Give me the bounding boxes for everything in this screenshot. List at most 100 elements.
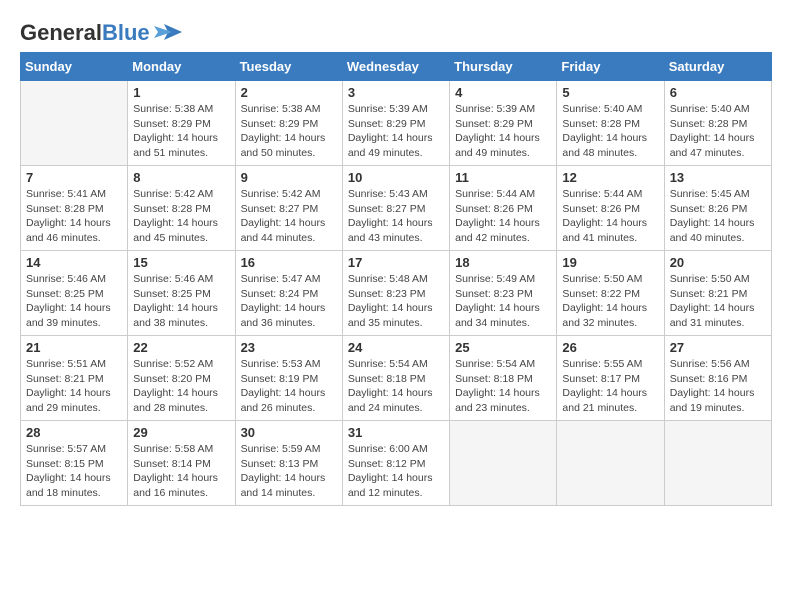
calendar-cell: 9 Sunrise: 5:42 AMSunset: 8:27 PMDaylight… (235, 166, 342, 251)
day-info: Sunrise: 5:52 AMSunset: 8:20 PMDaylight:… (133, 357, 229, 416)
calendar-cell: 10 Sunrise: 5:43 AMSunset: 8:27 PMDayligh… (342, 166, 449, 251)
day-info: Sunrise: 6:00 AMSunset: 8:12 PMDaylight:… (348, 442, 444, 501)
day-info: Sunrise: 5:40 AMSunset: 8:28 PMDaylight:… (670, 102, 766, 161)
calendar-cell: 11 Sunrise: 5:44 AMSunset: 8:26 PMDayligh… (450, 166, 557, 251)
day-info: Sunrise: 5:58 AMSunset: 8:14 PMDaylight:… (133, 442, 229, 501)
day-number: 26 (562, 340, 658, 355)
day-header-thursday: Thursday (450, 53, 557, 81)
calendar-cell: 4Sunrise: 5:39 AMSunset: 8:29 PMDaylight… (450, 81, 557, 166)
week-row-5: 28Sunrise: 5:57 AMSunset: 8:15 PMDayligh… (21, 421, 772, 506)
day-info: Sunrise: 5:48 AMSunset: 8:23 PMDaylight:… (348, 272, 444, 331)
day-number: 30 (241, 425, 337, 440)
calendar-cell: 16 Sunrise: 5:47 AMSunset: 8:24 PMDayligh… (235, 251, 342, 336)
day-info: Sunrise: 5:49 AMSunset: 8:23 PMDaylight:… (455, 272, 551, 331)
day-number: 6 (670, 85, 766, 100)
calendar-cell: 15 Sunrise: 5:46 AMSunset: 8:25 PMDayligh… (128, 251, 235, 336)
day-info: Sunrise: 5:39 AMSunset: 8:29 PMDaylight:… (348, 102, 444, 161)
day-info: Sunrise: 5:57 AMSunset: 8:15 PMDaylight:… (26, 442, 122, 501)
day-info: Sunrise: 5:42 AMSunset: 8:27 PMDaylight:… (241, 187, 337, 246)
calendar-cell (664, 421, 771, 506)
day-number: 3 (348, 85, 444, 100)
day-number: 22 (133, 340, 229, 355)
day-header-monday: Monday (128, 53, 235, 81)
day-number: 2 (241, 85, 337, 100)
calendar-cell: 20 Sunrise: 5:50 AMSunset: 8:21 PMDayligh… (664, 251, 771, 336)
day-info: Sunrise: 5:46 AMSunset: 8:25 PMDaylight:… (133, 272, 229, 331)
day-info: Sunrise: 5:51 AMSunset: 8:21 PMDaylight:… (26, 357, 122, 416)
day-number: 10 (348, 170, 444, 185)
day-number: 20 (670, 255, 766, 270)
day-number: 1 (133, 85, 229, 100)
week-row-2: 7 Sunrise: 5:41 AMSunset: 8:28 PMDaylight… (21, 166, 772, 251)
day-info: Sunrise: 5:50 AMSunset: 8:21 PMDaylight:… (670, 272, 766, 331)
day-number: 11 (455, 170, 551, 185)
day-number: 25 (455, 340, 551, 355)
day-header-friday: Friday (557, 53, 664, 81)
calendar-cell (21, 81, 128, 166)
day-info: Sunrise: 5:54 AMSunset: 8:18 PMDaylight:… (455, 357, 551, 416)
day-info: Sunrise: 5:43 AMSunset: 8:27 PMDaylight:… (348, 187, 444, 246)
day-info: Sunrise: 5:56 AMSunset: 8:16 PMDaylight:… (670, 357, 766, 416)
calendar-cell: 14Sunrise: 5:46 AMSunset: 8:25 PMDayligh… (21, 251, 128, 336)
day-number: 14 (26, 255, 122, 270)
day-info: Sunrise: 5:40 AMSunset: 8:28 PMDaylight:… (562, 102, 658, 161)
day-number: 29 (133, 425, 229, 440)
day-number: 13 (670, 170, 766, 185)
day-number: 5 (562, 85, 658, 100)
day-number: 16 (241, 255, 337, 270)
day-number: 18 (455, 255, 551, 270)
calendar-cell: 24 Sunrise: 5:54 AMSunset: 8:18 PMDayligh… (342, 336, 449, 421)
day-info: Sunrise: 5:59 AMSunset: 8:13 PMDaylight:… (241, 442, 337, 501)
calendar-cell (557, 421, 664, 506)
day-info: Sunrise: 5:45 AMSunset: 8:26 PMDaylight:… (670, 187, 766, 246)
day-info: Sunrise: 5:47 AMSunset: 8:24 PMDaylight:… (241, 272, 337, 331)
day-number: 17 (348, 255, 444, 270)
calendar-cell: 25 Sunrise: 5:54 AMSunset: 8:18 PMDayligh… (450, 336, 557, 421)
day-number: 23 (241, 340, 337, 355)
day-number: 9 (241, 170, 337, 185)
page-header: GeneralBlue (20, 20, 772, 46)
week-row-1: 1 Sunrise: 5:38 AMSunset: 8:29 PMDaylight… (21, 81, 772, 166)
day-header-wednesday: Wednesday (342, 53, 449, 81)
calendar-cell: 7 Sunrise: 5:41 AMSunset: 8:28 PMDaylight… (21, 166, 128, 251)
day-info: Sunrise: 5:39 AMSunset: 8:29 PMDaylight:… (455, 102, 551, 161)
calendar-cell: 12 Sunrise: 5:44 AMSunset: 8:26 PMDayligh… (557, 166, 664, 251)
days-header-row: SundayMondayTuesdayWednesdayThursdayFrid… (21, 53, 772, 81)
calendar-cell (450, 421, 557, 506)
calendar-cell: 22 Sunrise: 5:52 AMSunset: 8:20 PMDayligh… (128, 336, 235, 421)
day-info: Sunrise: 5:38 AMSunset: 8:29 PMDaylight:… (133, 102, 229, 161)
logo-icon (154, 22, 182, 44)
week-row-3: 14 Sunrise: 5:46 AMSunset: 8:25 PMDayligh… (21, 251, 772, 336)
calendar-cell: 6 Sunrise: 5:40 AMSunset: 8:28 PMDaylight… (664, 81, 771, 166)
day-info: Sunrise: 5:41 AMSunset: 8:28 PMDaylight:… (26, 187, 122, 246)
calendar-cell: 19Sunrise: 5:50 AMSunset: 8:22 PMDayligh… (557, 251, 664, 336)
calendar-cell: 1 Sunrise: 5:38 AMSunset: 8:29 PMDaylight… (128, 81, 235, 166)
day-number: 7 (26, 170, 122, 185)
day-number: 15 (133, 255, 229, 270)
day-number: 21 (26, 340, 122, 355)
calendar-cell: 23 Sunrise: 5:53 AMSunset: 8:19 PMDayligh… (235, 336, 342, 421)
calendar-cell: 26Sunrise: 5:55 AMSunset: 8:17 PMDayligh… (557, 336, 664, 421)
calendar-cell: 28Sunrise: 5:57 AMSunset: 8:15 PMDayligh… (21, 421, 128, 506)
day-info: Sunrise: 5:50 AMSunset: 8:22 PMDaylight:… (562, 272, 658, 331)
logo-blue: Blue (102, 20, 150, 45)
day-info: Sunrise: 5:44 AMSunset: 8:26 PMDaylight:… (562, 187, 658, 246)
day-info: Sunrise: 5:38 AMSunset: 8:29 PMDaylight:… (241, 102, 337, 161)
logo-text: GeneralBlue (20, 20, 150, 46)
week-row-4: 21 Sunrise: 5:51 AMSunset: 8:21 PMDayligh… (21, 336, 772, 421)
calendar-cell: 5 Sunrise: 5:40 AMSunset: 8:28 PMDaylight… (557, 81, 664, 166)
day-number: 12 (562, 170, 658, 185)
day-info: Sunrise: 5:53 AMSunset: 8:19 PMDaylight:… (241, 357, 337, 416)
calendar-cell: 18 Sunrise: 5:49 AMSunset: 8:23 PMDayligh… (450, 251, 557, 336)
day-info: Sunrise: 5:54 AMSunset: 8:18 PMDaylight:… (348, 357, 444, 416)
calendar-cell: 2 Sunrise: 5:38 AMSunset: 8:29 PMDaylight… (235, 81, 342, 166)
day-info: Sunrise: 5:42 AMSunset: 8:28 PMDaylight:… (133, 187, 229, 246)
calendar-table: SundayMondayTuesdayWednesdayThursdayFrid… (20, 52, 772, 506)
day-info: Sunrise: 5:44 AMSunset: 8:26 PMDaylight:… (455, 187, 551, 246)
day-header-sunday: Sunday (21, 53, 128, 81)
calendar-cell: 8Sunrise: 5:42 AMSunset: 8:28 PMDaylight… (128, 166, 235, 251)
logo: GeneralBlue (20, 20, 182, 46)
calendar-cell: 29 Sunrise: 5:58 AMSunset: 8:14 PMDayligh… (128, 421, 235, 506)
calendar-cell: 17 Sunrise: 5:48 AMSunset: 8:23 PMDayligh… (342, 251, 449, 336)
day-number: 24 (348, 340, 444, 355)
